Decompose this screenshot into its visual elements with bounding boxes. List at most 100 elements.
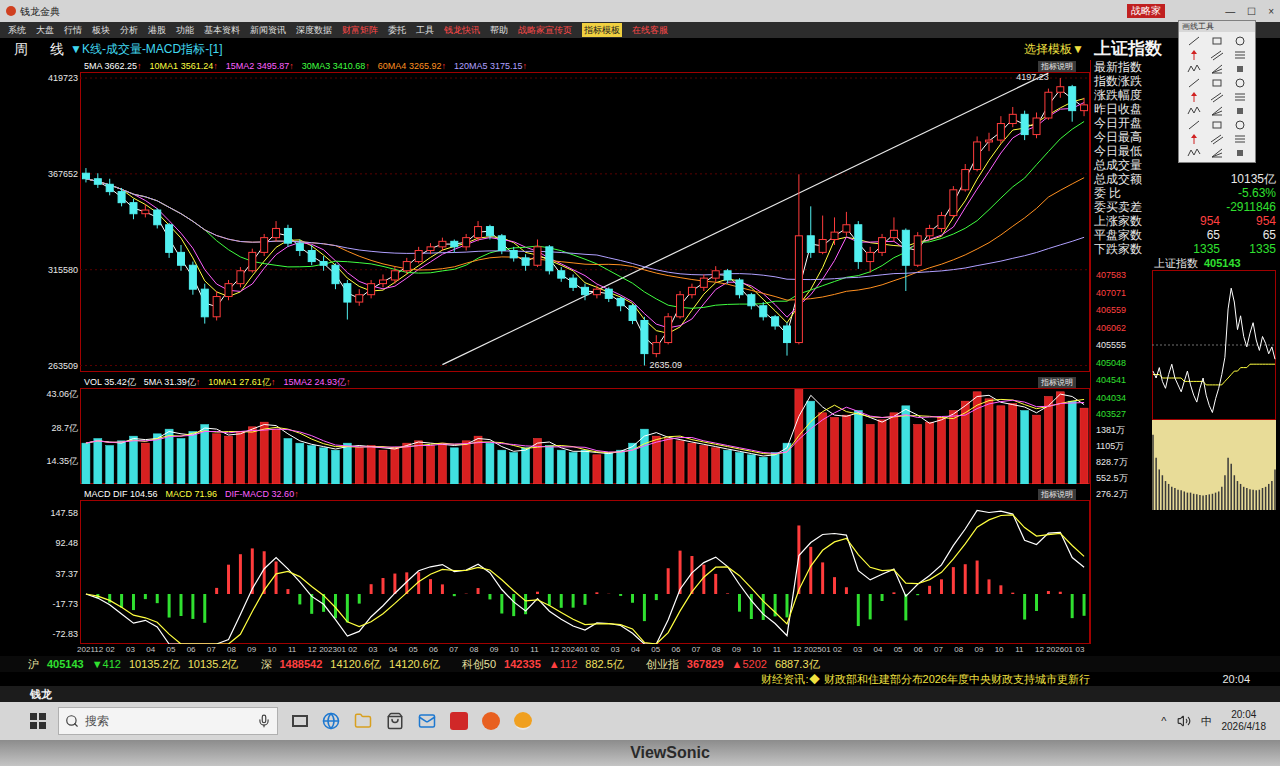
menu-item[interactable]: 功能 xyxy=(176,23,194,37)
moving-average-line xyxy=(86,179,1084,280)
draw-tool-icon[interactable] xyxy=(1233,35,1247,47)
volume-bar xyxy=(593,455,601,484)
volume-chart[interactable] xyxy=(80,388,1090,484)
draw-tool-icon[interactable] xyxy=(1210,63,1224,75)
draw-tool-icon[interactable] xyxy=(1233,133,1247,145)
template-selector[interactable]: 选择模板▼ xyxy=(1024,40,1090,58)
intraday-volume-bar xyxy=(1237,481,1239,510)
file-explorer-icon[interactable] xyxy=(354,712,372,730)
draw-tool-icon[interactable] xyxy=(1187,35,1201,47)
draw-tool-icon[interactable] xyxy=(1210,119,1224,131)
draw-tool-icon[interactable] xyxy=(1187,63,1201,75)
draw-tool-icon[interactable] xyxy=(1210,77,1224,89)
app-tab[interactable]: 钱龙 xyxy=(30,686,52,702)
menu-item[interactable]: 基本资料 xyxy=(204,23,240,37)
axis-label: -72.83 xyxy=(40,628,78,640)
volume-bar xyxy=(320,448,328,484)
news-text[interactable]: 财政部和住建部分布2026年度中央财政支持城市更新行 xyxy=(824,672,1090,686)
volume-bar xyxy=(831,417,839,484)
indicator-help-button[interactable]: 指标说明 xyxy=(1038,61,1076,72)
axis-label: 367652 xyxy=(40,168,78,180)
draw-tool-icon[interactable] xyxy=(1187,119,1201,131)
menu-item[interactable]: 大盘 xyxy=(36,23,54,37)
volume-bar xyxy=(379,450,387,484)
draw-tool-icon[interactable] xyxy=(1187,91,1201,103)
store-icon[interactable] xyxy=(386,712,404,730)
candle xyxy=(166,223,173,258)
window-control[interactable]: — xyxy=(1225,4,1235,19)
candle xyxy=(94,173,101,188)
draw-tool-icon[interactable] xyxy=(1233,77,1247,89)
input-method[interactable]: 中 xyxy=(1201,713,1212,730)
menu-item[interactable]: 行情 xyxy=(64,23,82,37)
indicator-selector[interactable]: ▼K线-成交量-MACD指标-[1] xyxy=(70,40,223,58)
indicator-help-button[interactable]: 指标说明 xyxy=(1038,489,1076,500)
draw-tool-icon[interactable] xyxy=(1210,35,1224,47)
quote-label: 今日开盘 xyxy=(1094,116,1154,130)
menu-item[interactable]: 深度数据 xyxy=(296,23,332,37)
price-chart[interactable]: 2635.094197.23 xyxy=(80,72,1090,372)
qianlong-icon[interactable] xyxy=(514,712,532,730)
market-summary[interactable]: 沪405143▼41210135.2亿10135.2亿 xyxy=(28,656,239,672)
window-control[interactable]: × xyxy=(1268,4,1274,19)
draw-tool-icon[interactable] xyxy=(1187,77,1201,89)
intraday-chart[interactable]: 4075834070714065594060624055554050484045… xyxy=(1094,270,1276,510)
window-control[interactable]: ☐ xyxy=(1247,4,1256,19)
task-view-icon[interactable] xyxy=(292,715,308,727)
menu-item[interactable]: 帮助 xyxy=(490,23,508,37)
draw-tool-icon[interactable] xyxy=(1233,91,1247,103)
market-summary[interactable]: 科创50142335▲112882.5亿 xyxy=(462,656,624,672)
browser-icon[interactable] xyxy=(482,712,500,730)
draw-tool-icon[interactable] xyxy=(1233,49,1247,61)
draw-tool-icon[interactable] xyxy=(1233,63,1247,75)
tray-clock[interactable]: 20:042026/4/18 xyxy=(1222,709,1267,733)
draw-tool-icon[interactable] xyxy=(1210,133,1224,145)
menu-item[interactable]: 战略家宣传页 xyxy=(518,23,572,37)
menu-item[interactable]: 指标模板 xyxy=(582,23,622,37)
tray-chevron[interactable]: ^ xyxy=(1161,713,1166,730)
period-label[interactable]: 周 xyxy=(0,39,28,60)
speaker-icon[interactable] xyxy=(1177,714,1191,728)
candle xyxy=(879,234,886,256)
draw-tool-icon[interactable] xyxy=(1233,147,1247,159)
date-label: 12 xyxy=(793,644,802,656)
draw-tool-icon[interactable] xyxy=(1187,49,1201,61)
intraday-volume-bar xyxy=(1162,475,1164,510)
menu-item[interactable]: 板块 xyxy=(92,23,110,37)
menu-item[interactable]: 港股 xyxy=(148,23,166,37)
axis-label: 405555 xyxy=(1096,340,1126,351)
menu-item[interactable]: 在线客服 xyxy=(632,23,668,37)
menu-item[interactable]: 财富矩阵 xyxy=(342,23,378,37)
draw-tool-icon[interactable] xyxy=(1233,105,1247,117)
period-label[interactable]: 线 xyxy=(50,39,64,60)
microphone-icon[interactable] xyxy=(257,714,271,728)
draw-tool-icon[interactable] xyxy=(1187,147,1201,159)
trend-line[interactable] xyxy=(442,73,1048,365)
menu-item[interactable]: 钱龙快讯 xyxy=(444,23,480,37)
menu-item[interactable]: 委托 xyxy=(388,23,406,37)
menu-item[interactable]: 新闻资讯 xyxy=(250,23,286,37)
draw-tool-icon[interactable] xyxy=(1210,105,1224,117)
draw-tool-icon[interactable] xyxy=(1210,91,1224,103)
date-label: 11 xyxy=(773,644,781,656)
windows-start-icon[interactable] xyxy=(30,713,46,729)
menu-item[interactable]: 工具 xyxy=(416,23,434,37)
draw-tool-icon[interactable] xyxy=(1210,147,1224,159)
draw-tool-icon[interactable] xyxy=(1187,133,1201,145)
draw-tool-icon[interactable] xyxy=(1210,49,1224,61)
drawing-tools-palette[interactable]: 画线工具 xyxy=(1178,20,1256,163)
market-summary[interactable]: 深148854214120.6亿14120.6亿 xyxy=(261,656,440,672)
menu-item[interactable]: 系统 xyxy=(8,23,26,37)
indicator-help-button[interactable]: 指标说明 xyxy=(1038,377,1076,388)
search-box[interactable]: 搜索 xyxy=(58,707,278,735)
macd-chart[interactable] xyxy=(80,500,1090,644)
edge-icon[interactable] xyxy=(322,712,340,730)
menu-item[interactable]: 分析 xyxy=(120,23,138,37)
draw-tool-icon[interactable] xyxy=(1233,119,1247,131)
draw-tool-icon[interactable] xyxy=(1187,105,1201,117)
wps-icon[interactable] xyxy=(450,712,468,730)
intraday-volume-bar xyxy=(1268,484,1270,510)
market-summary[interactable]: 创业指367829▲52026887.3亿 xyxy=(646,656,820,672)
strategist-badge[interactable]: 战略家 xyxy=(1127,4,1165,18)
mail-icon[interactable] xyxy=(418,712,436,730)
